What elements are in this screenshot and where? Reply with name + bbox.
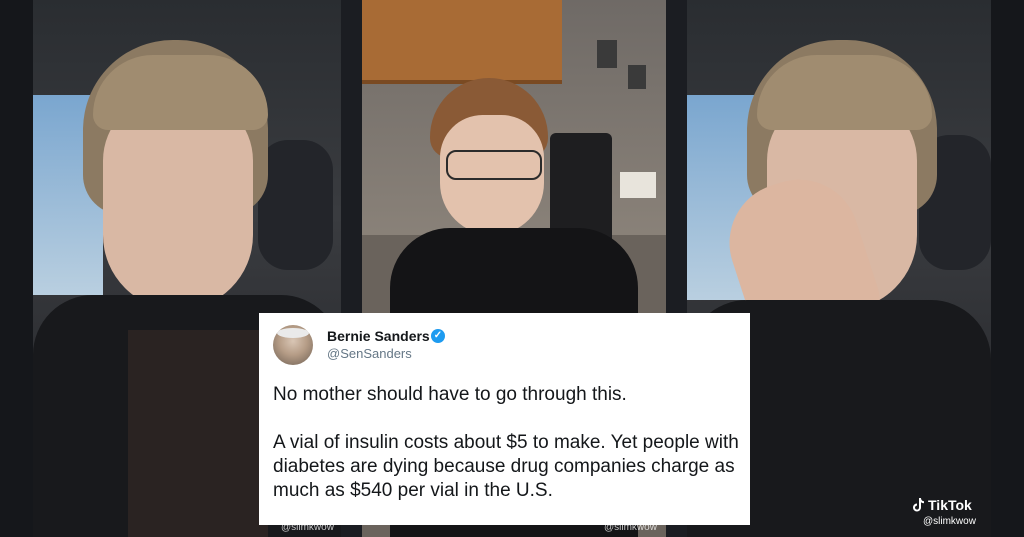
tweet-author-name[interactable]: Bernie Sanders (327, 328, 430, 344)
wall-frame (597, 40, 617, 68)
cabinet (362, 0, 562, 84)
shirt (128, 330, 268, 537)
outlet (620, 172, 656, 198)
glasses (446, 150, 542, 180)
bangs (757, 55, 932, 130)
tweet-paragraph: No mother should have to go through this… (273, 384, 627, 405)
tweet-body: No mother should have to go through this… (273, 383, 743, 527)
bangs (93, 55, 268, 130)
tiktok-logo: TikTok (912, 497, 972, 513)
tweet-author-handle[interactable]: @SenSanders (327, 346, 412, 361)
tweet-card: Bernie Sanders ✓ @SenSanders No mother s… (259, 313, 750, 525)
headrest (258, 140, 333, 270)
right-margin (991, 0, 1024, 537)
tiktok-note-icon (913, 498, 924, 512)
left-margin (0, 0, 33, 537)
tweet-paragraph: A vial of insulin costs about $5 to make… (273, 432, 739, 501)
avatar[interactable] (273, 325, 313, 365)
tiktok-username: @slimkwow (923, 516, 976, 527)
verified-badge-icon: ✓ (431, 329, 445, 343)
tiktok-brand: TikTok (928, 497, 972, 513)
wall-frame (628, 65, 646, 89)
